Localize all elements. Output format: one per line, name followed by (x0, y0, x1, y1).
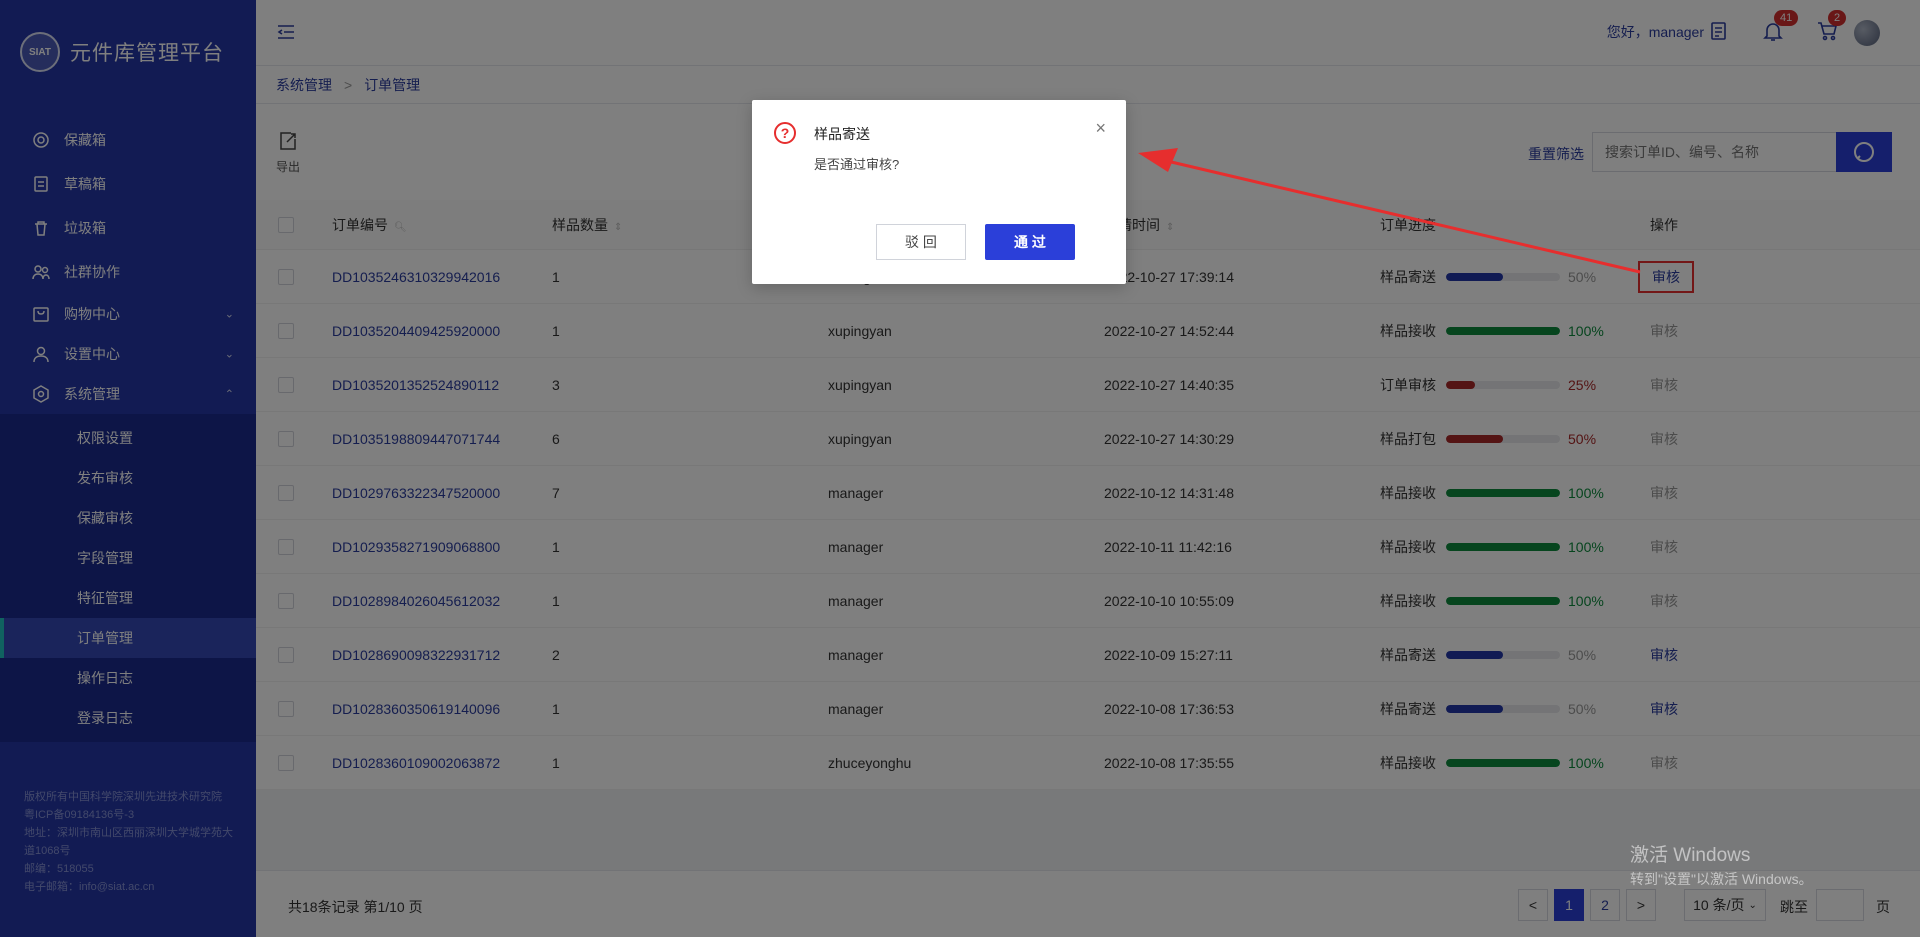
windows-activation-watermark: 激活 Windows 转到"设置"以激活 Windows。 (1630, 840, 1813, 889)
dialog-title: 样品寄送 (814, 126, 870, 142)
watermark-line-2: 转到"设置"以激活 Windows。 (1630, 871, 1813, 887)
review-dialog: ? 样品寄送 是否通过审核? × 驳 回 通 过 (752, 100, 1126, 284)
watermark-line-1: 激活 Windows (1630, 845, 1751, 866)
reject-button[interactable]: 驳 回 (876, 224, 966, 260)
pass-button[interactable]: 通 过 (985, 224, 1075, 260)
close-icon[interactable]: × (1095, 118, 1106, 139)
question-icon: ? (774, 122, 796, 144)
dialog-message: 是否通过审核? (814, 157, 900, 172)
